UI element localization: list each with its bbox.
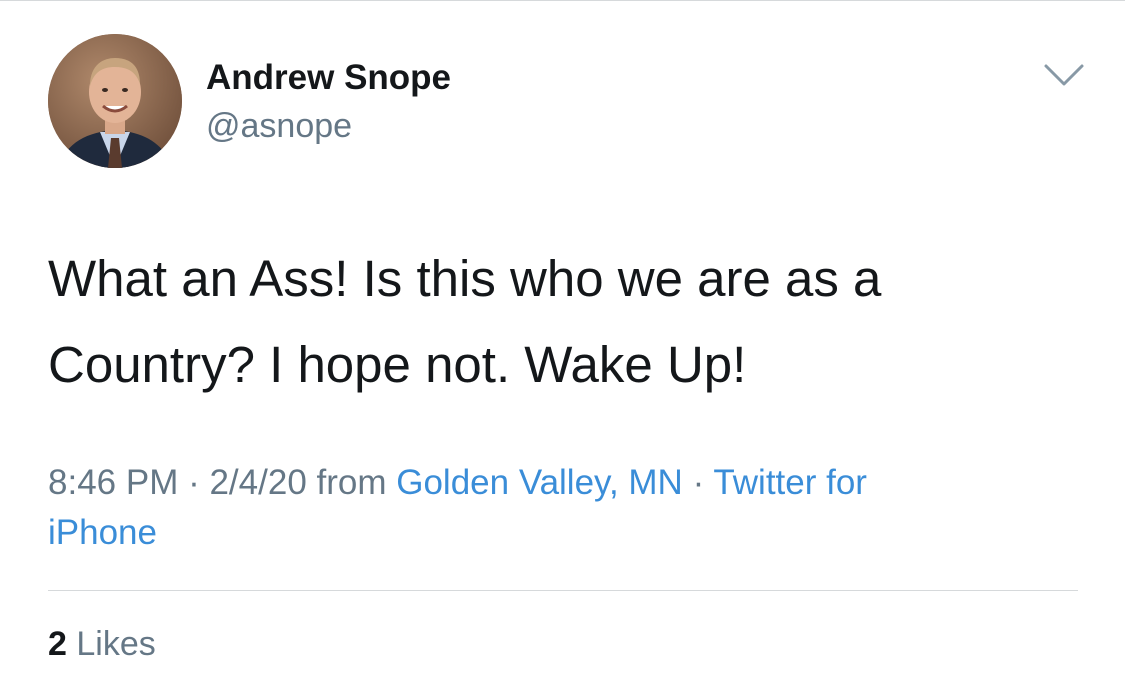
avatar-photo bbox=[48, 34, 182, 168]
tweet-metadata: 8:46 PM · 2/4/20 from Golden Valley, MN … bbox=[48, 458, 1078, 558]
location-link[interactable]: Golden Valley, MN bbox=[396, 463, 683, 502]
tweet-card: Andrew Snope @asnope What an Ass! Is thi… bbox=[0, 0, 1125, 690]
author-handle[interactable]: @asnope bbox=[206, 106, 352, 146]
separator: · bbox=[178, 463, 210, 502]
chevron-down-icon[interactable] bbox=[1042, 60, 1086, 90]
tweet-time: 8:46 PM bbox=[48, 463, 179, 502]
likes-label: Likes bbox=[66, 625, 156, 663]
from-label: from bbox=[306, 463, 397, 502]
likes-count: 2 bbox=[48, 625, 67, 663]
tweet-text: What an Ass! Is this who we are as a Cou… bbox=[48, 236, 1078, 408]
source-label-part: Twitter for bbox=[713, 463, 867, 502]
author-display-name[interactable]: Andrew Snope bbox=[206, 58, 451, 98]
tweet-text-line: Country? I hope not. Wake Up! bbox=[48, 336, 747, 393]
tweet-text-line: What an Ass! Is this who we are as a bbox=[48, 250, 882, 307]
tweet-date: 2/4/20 bbox=[209, 463, 307, 502]
likes-stat[interactable]: 2 Likes bbox=[48, 622, 156, 666]
divider bbox=[48, 590, 1078, 591]
avatar[interactable] bbox=[48, 34, 182, 168]
source-label-part: iPhone bbox=[48, 513, 157, 552]
separator: · bbox=[682, 463, 714, 502]
